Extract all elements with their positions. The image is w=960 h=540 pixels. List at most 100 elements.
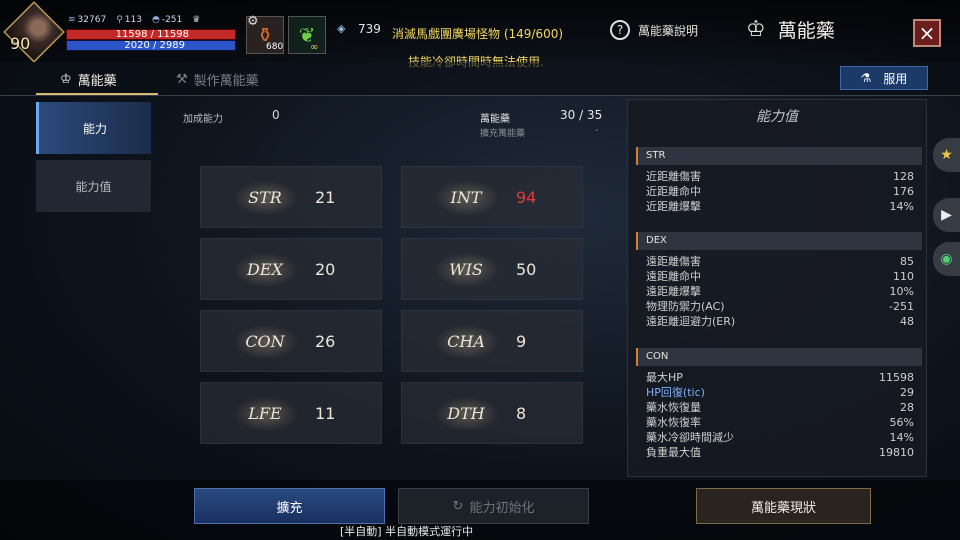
stat-row: 近距離傷害 128 xyxy=(646,170,914,183)
stat-row: 遠距離傷害 85 xyxy=(646,255,914,268)
refresh-icon: ↻ xyxy=(452,498,464,514)
stat1: ≋ 32767 xyxy=(68,15,107,25)
stat-value: 11 xyxy=(315,403,336,423)
stat3: ◓ -251 xyxy=(151,15,183,25)
stat-name: DTH xyxy=(447,403,485,423)
elixir-count-value: 30 / 35 xyxy=(560,108,603,122)
stat-row: 遠距離命中 110 xyxy=(646,270,914,283)
stat-row: 藥水恢復量 28 xyxy=(646,401,914,414)
stat-name: CON xyxy=(245,331,285,351)
tab-label: 製作萬能藥 xyxy=(193,74,259,89)
stat-value: 9 xyxy=(516,331,527,351)
stat-name: CHA xyxy=(447,331,485,351)
helmet-icon: ◓ xyxy=(151,15,160,25)
stat-name: DEX xyxy=(247,259,283,279)
stat-value: 94 xyxy=(516,187,537,207)
stat-card-lfe[interactable]: LFE 11 xyxy=(200,382,382,444)
page-header: ♔ 萬能藥 xyxy=(746,16,835,43)
swirl-icon[interactable]: ◉ xyxy=(933,242,960,276)
stat2: ⚲ 113 xyxy=(116,15,142,25)
stat-name: INT xyxy=(450,187,482,207)
expand-elixir-value: - xyxy=(595,125,599,136)
section-con: CON 最大HP 11598 HP回復(tic) 29 藥水恢復量 28 藥水恢復率 5… xyxy=(636,348,922,460)
stat-row: HP回復(tic) 29 xyxy=(646,386,914,399)
wing-icon: ≋ xyxy=(68,15,76,25)
help-label: 萬能藥說明 xyxy=(638,23,699,38)
stat-row: 遠距離爆擊 10% xyxy=(646,285,914,298)
stat-value: 8 xyxy=(516,403,527,423)
stat-card-cha[interactable]: CHA 9 xyxy=(401,310,583,372)
mp-bar: 2020 / 2989 xyxy=(66,40,236,51)
page-title: 萬能藥 xyxy=(777,20,835,42)
mp-text: 2020 / 2989 xyxy=(124,40,185,51)
expand-elixir-label: 擴充萬能藥 xyxy=(480,129,526,139)
section-dex: DEX 遠距離傷害 85 遠距離命中 110 遠距離爆擊 10% 物理防禦力(AC) -… xyxy=(636,232,922,329)
leaf-count: ∞ xyxy=(310,42,319,53)
stat-value: 26 xyxy=(315,331,336,351)
star-icon[interactable]: ★ xyxy=(933,138,960,172)
stat-value: 21 xyxy=(315,187,336,207)
stat-row: 藥水冷卻時間減少 14% xyxy=(646,431,914,444)
stat-card-wis[interactable]: WIS 50 xyxy=(401,238,583,300)
tab-elixir[interactable]: ♔ 萬能藥 xyxy=(60,70,117,89)
use-label: 服用 xyxy=(883,71,908,86)
use-button[interactable]: ⚗ 服用 xyxy=(840,66,928,90)
stat-row: 近距離爆擊 14% xyxy=(646,200,914,213)
stat-card-int[interactable]: INT 94 xyxy=(401,166,583,228)
flask-icon: ⚗ xyxy=(860,71,872,85)
key-icon: ⚲ xyxy=(116,15,123,25)
quest-notice: 消滅馬戲團廣場怪物 (149/600) xyxy=(392,27,564,41)
stat-card-str[interactable]: STR 21 xyxy=(200,166,382,228)
close-button[interactable]: × xyxy=(913,19,941,47)
hp-bar: 11598 / 11598 xyxy=(66,29,236,40)
question-icon: ? xyxy=(610,20,630,40)
ability-value-panel[interactable]: 能力值 STR 近距離傷害 128 近距離命中 176 近距離爆擊 14% DEX 遠… xyxy=(627,99,927,477)
potion-count: 680 xyxy=(266,42,284,52)
leaf-slot[interactable]: ❦ xyxy=(288,16,326,54)
stat-row: 最大HP 11598 xyxy=(646,371,914,384)
stat-value: 50 xyxy=(516,259,537,279)
gear-icon[interactable]: ⚙ xyxy=(247,14,259,29)
help-button[interactable]: ? 萬能藥說明 xyxy=(610,20,698,40)
stat-row: 近距離命中 176 xyxy=(646,185,914,198)
stat-card-dex[interactable]: DEX 20 xyxy=(200,238,382,300)
bonus-value: 0 xyxy=(272,108,280,122)
section-str: STR 近距離傷害 128 近距離命中 176 近距離爆擊 14% xyxy=(636,147,922,214)
elixir-status-button[interactable]: 萬能藥現狀 xyxy=(696,488,871,524)
player-stats: ≋ 32767 ⚲ 113 ◓ -251 ♛ xyxy=(68,15,200,25)
reset-label: 能力初始化 xyxy=(469,500,535,516)
sidebar-item-ability[interactable]: 能力 xyxy=(36,102,151,154)
close-icon: × xyxy=(918,21,936,45)
stat-card-dth[interactable]: DTH 8 xyxy=(401,382,583,444)
section-header: STR xyxy=(636,147,922,165)
elixir-icon: ♔ xyxy=(746,17,766,42)
hp-text: 11598 / 11598 xyxy=(115,29,189,40)
tab-craft-elixir[interactable]: ⚒ 製作萬能藥 xyxy=(176,70,259,89)
bonus-label: 加成能力 xyxy=(183,114,223,125)
elixir-icon: ♔ xyxy=(60,72,72,87)
stat-row: 藥水恢復率 56% xyxy=(646,416,914,429)
active-tab-indicator xyxy=(36,93,158,95)
gem-icon: ◈ xyxy=(337,22,346,35)
auto-mode-status: [半自動] 半自動模式運行中 xyxy=(340,525,474,538)
section-header: DEX xyxy=(636,232,922,250)
stat-name: STR xyxy=(248,187,282,207)
stat-row: 負重最大值 19810 xyxy=(646,446,914,459)
stat-name: LFE xyxy=(248,403,282,423)
play-icon[interactable]: ▶ xyxy=(933,198,960,232)
player-level: 90 xyxy=(10,34,31,53)
trophy-icon[interactable]: ♛ xyxy=(192,15,200,25)
reset-ability-button[interactable]: ↻ 能力初始化 xyxy=(398,488,589,524)
craft-icon: ⚒ xyxy=(176,72,188,87)
panel-title: 能力值 xyxy=(756,109,798,125)
tab-bar: ♔ 萬能藥 ⚒ 製作萬能藥 xyxy=(0,62,960,96)
elixir-count-label: 萬能藥 xyxy=(480,114,510,125)
tab-label: 萬能藥 xyxy=(77,74,117,89)
stat-name: WIS xyxy=(449,259,483,279)
expand-button[interactable]: 擴充 xyxy=(194,488,385,524)
sidebar-item-ability-value[interactable]: 能力值 xyxy=(36,160,151,212)
stat-value: 20 xyxy=(315,259,336,279)
section-header: CON xyxy=(636,348,922,366)
stat-card-con[interactable]: CON 26 xyxy=(200,310,382,372)
stat-row: 物理防禦力(AC) -251 xyxy=(646,300,914,313)
